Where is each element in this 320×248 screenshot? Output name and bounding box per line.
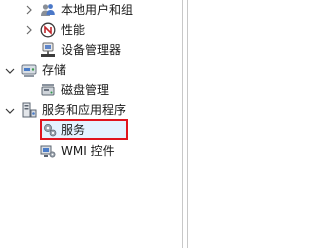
tree-item-device-manager[interactable]: 设备管理器: [0, 40, 180, 60]
disk-management-icon: [40, 82, 56, 98]
device-manager-icon: [40, 42, 56, 58]
tree-item-label: 服务: [61, 123, 86, 137]
tree-item-label: 本地用户和组: [61, 3, 134, 17]
performance-icon: [40, 22, 56, 38]
tree-item-storage[interactable]: 存储: [0, 60, 180, 80]
tree-item-label: 存储: [42, 63, 67, 77]
chevron-right-icon[interactable]: [24, 5, 34, 15]
navigation-tree: 本地用户和组 性能 设备管理器 存储 磁盘管理 服务和应用程序 服务 WMI 控…: [0, 0, 180, 248]
tree-item-label: 设备管理器: [61, 43, 122, 57]
tree-item-label: 性能: [61, 23, 86, 37]
pane-border: [187, 0, 188, 248]
tree-item-wmi-control[interactable]: WMI 控件: [0, 141, 180, 161]
users-icon: [40, 2, 56, 18]
chevron-right-icon[interactable]: [24, 25, 34, 35]
tree-item-label: 磁盘管理: [61, 83, 110, 97]
chevron-down-icon[interactable]: [5, 66, 15, 76]
tree-item-label: WMI 控件: [61, 144, 115, 158]
pane-splitter[interactable]: [182, 0, 183, 248]
services-apps-icon: [21, 102, 37, 118]
services-gear-icon: [42, 122, 58, 138]
tree-item-disk-management[interactable]: 磁盘管理: [0, 80, 180, 100]
computer-management-window: 本地用户和组 性能 设备管理器 存储 磁盘管理 服务和应用程序 服务 WMI 控…: [0, 0, 317, 248]
tree-item-label: 服务和应用程序: [42, 103, 127, 117]
tree-item-services-applications[interactable]: 服务和应用程序: [0, 100, 180, 120]
wmi-control-icon: [40, 143, 56, 159]
tree-item-local-users-groups[interactable]: 本地用户和组: [0, 0, 180, 20]
storage-icon: [21, 62, 37, 78]
chevron-down-icon[interactable]: [5, 106, 15, 116]
tree-item-performance[interactable]: 性能: [0, 20, 180, 40]
tree-item-services[interactable]: 服务: [40, 120, 128, 140]
